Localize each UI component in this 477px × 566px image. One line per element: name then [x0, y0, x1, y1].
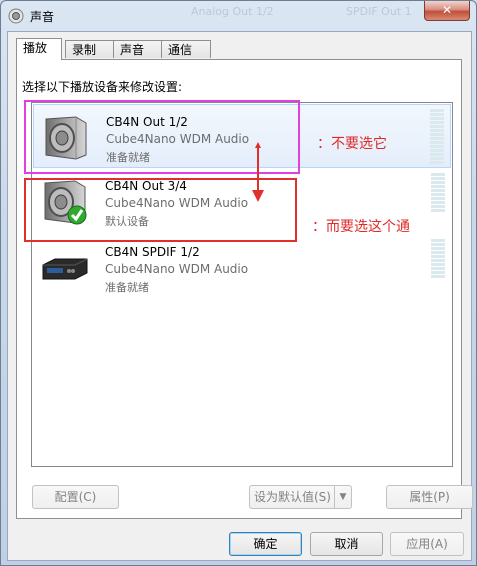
level-meter	[431, 239, 445, 295]
ok-button[interactable]: 确定	[229, 532, 302, 556]
speaker-title-icon	[8, 8, 24, 24]
level-meter	[430, 109, 444, 165]
device-item[interactable]: CB4N SPDIF 1/2 Cube4Nano WDM Audio 准备就绪	[33, 235, 451, 299]
device-status: 准备就绪	[105, 281, 149, 294]
dialog-client: 播放 录制 声音 通信 选择以下播放设备来修改设置: CB4N Out 1/2 …	[7, 31, 473, 561]
properties-button[interactable]: 属性(P)	[386, 485, 473, 509]
annotation-note-2: ：而要选这个通	[312, 219, 410, 235]
spdif-receiver-icon	[42, 258, 88, 280]
window-title: 声音	[30, 10, 55, 24]
sound-dialog: 声音 Analog Out 1/2 SPDIF Out 1 ✕ 播放 录制 声音…	[0, 0, 477, 566]
set-default-label: 设为默认值(S)	[254, 490, 331, 504]
cancel-button[interactable]: 取消	[310, 532, 383, 556]
device-name: CB4N SPDIF 1/2	[105, 245, 200, 259]
chevron-down-icon[interactable]: ▼	[334, 486, 351, 508]
annotation-note-1: ：不要选它	[317, 136, 387, 152]
title-bar[interactable]: 声音 Analog Out 1/2 SPDIF Out 1 ✕	[1, 1, 476, 31]
background-ghost-text: Analog Out 1/2	[191, 5, 274, 18]
instruction-text: 选择以下播放设备来修改设置:	[22, 80, 183, 94]
tab-recording[interactable]: 录制	[65, 40, 114, 58]
close-button[interactable]: ✕	[424, 1, 470, 21]
set-default-button[interactable]: 设为默认值(S) ▼	[249, 485, 352, 509]
tab-sounds[interactable]: 声音	[113, 40, 162, 58]
annotation-arrow-icon	[252, 142, 264, 202]
background-ghost-text: SPDIF Out 1	[346, 5, 412, 18]
configure-button[interactable]: 配置(C)	[32, 485, 119, 509]
apply-button[interactable]: 应用(A)	[390, 532, 464, 556]
tab-playback[interactable]: 播放	[16, 38, 62, 60]
level-meter	[431, 173, 445, 229]
device-driver: Cube4Nano WDM Audio	[105, 262, 249, 276]
tab-communications[interactable]: 通信	[161, 40, 211, 58]
